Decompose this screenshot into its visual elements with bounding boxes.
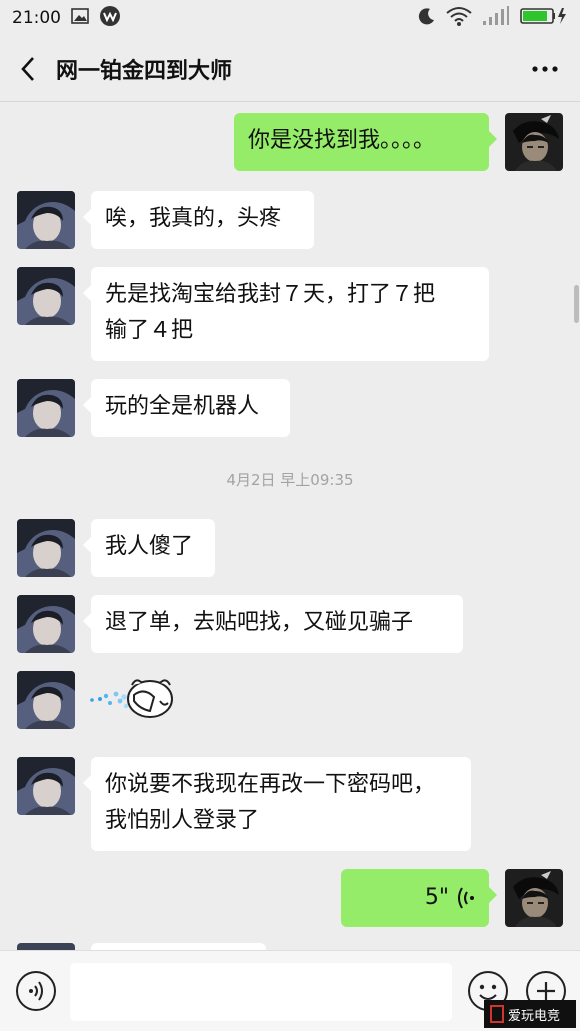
message-text: 玩的全是机器人 <box>105 394 260 419</box>
battery-icon <box>520 6 568 31</box>
message-text-line: 你说要不我现在再改一下密码吧， <box>105 772 436 797</box>
message-bubble[interactable]: 玩的全是机器人 <box>83 379 290 437</box>
scrollbar[interactable] <box>574 285 579 323</box>
message-bubble[interactable]: 你说要不我现在再改一下密码吧， 我怕别人登录了 <box>83 757 471 851</box>
message-text: 唉，我真的，头疼 <box>105 206 282 231</box>
signal-icon <box>482 5 510 31</box>
message-input[interactable] <box>70 963 452 1021</box>
site-watermark: 爱玩电竞 <box>484 1000 576 1028</box>
status-time: 21:00 <box>12 8 61 28</box>
message-bubble[interactable]: 我人傻了 <box>83 519 215 577</box>
message-text: 我人傻了 <box>105 534 194 559</box>
message-text-line: 我怕别人登录了 <box>105 808 260 833</box>
face-palm-sticker[interactable] <box>88 673 178 721</box>
chevron-left-icon <box>21 56 34 81</box>
back-button[interactable] <box>0 36 56 102</box>
avatar[interactable] <box>17 519 75 577</box>
voice-wave-icon <box>458 887 474 909</box>
avatar[interactable] <box>17 757 75 815</box>
watermark-logo-icon <box>490 1005 504 1023</box>
voice-message-bubble[interactable]: 5" <box>341 869 497 927</box>
gallery-icon <box>71 7 89 30</box>
wifi-icon <box>446 6 472 31</box>
message-bubble[interactable]: 唉，我真的，头疼 <box>83 191 314 249</box>
chat-messages: 你是没找到我。。。。 唉，我真的，头疼 先是找淘宝给我封７天，打了７把 输了４把… <box>0 103 580 950</box>
avatar[interactable] <box>505 869 563 927</box>
avatar[interactable] <box>17 267 75 325</box>
avatar[interactable] <box>17 595 75 653</box>
more-dots-icon <box>532 65 558 72</box>
chat-header: 网一铂金四到大师 <box>0 36 580 102</box>
avatar[interactable] <box>17 671 75 729</box>
message-text: 退了单，去贴吧找，又碰见骗子 <box>105 610 414 635</box>
status-bar: 21:00 <box>0 0 580 36</box>
message-bubble[interactable]: 你是没找到我。。。。 <box>234 113 497 171</box>
voice-input-button[interactable] <box>16 971 56 1011</box>
message-text-line: 输了４把 <box>105 318 194 343</box>
voice-icon <box>29 981 43 1001</box>
message-bubble[interactable] <box>91 943 266 950</box>
avatar[interactable] <box>17 943 75 950</box>
message-bubble[interactable]: 退了单，去贴吧找，又碰见骗子 <box>83 595 463 653</box>
more-options-button[interactable] <box>510 36 580 102</box>
do-not-disturb-icon <box>418 7 436 30</box>
message-timestamp: 4月2日 早上09:35 <box>226 471 354 489</box>
message-text: 你是没找到我。。。。 <box>248 128 436 153</box>
chat-title: 网一铂金四到大师 <box>56 58 233 84</box>
voice-duration: 5" <box>424 885 449 910</box>
avatar[interactable] <box>505 113 563 171</box>
avatar[interactable] <box>17 379 75 437</box>
message-bubble[interactable]: 先是找淘宝给我封７天，打了７把 输了４把 <box>83 267 489 361</box>
message-text-line: 先是找淘宝给我封７天，打了７把 <box>105 282 436 307</box>
plus-icon <box>537 982 555 1000</box>
watermark-text: 爱玩电竞 <box>508 1008 561 1024</box>
app-notification-icon <box>99 5 121 32</box>
avatar[interactable] <box>17 191 75 249</box>
